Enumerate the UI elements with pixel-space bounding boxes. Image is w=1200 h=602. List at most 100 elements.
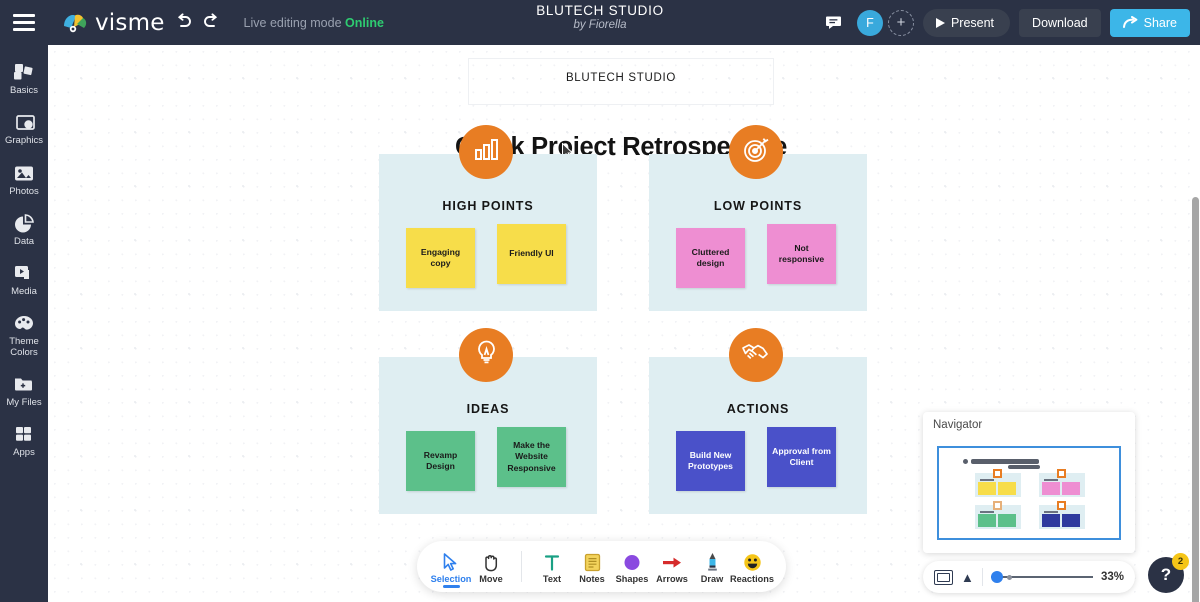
quadrant-badge-ideas[interactable] (459, 328, 513, 382)
photos-image-icon (13, 163, 35, 184)
sidebar-item-media[interactable]: Media (0, 254, 48, 304)
sidebar-item-graphics[interactable]: Graphics (0, 103, 48, 153)
present-button[interactable]: Present (922, 8, 1011, 37)
tool-reactions[interactable]: Reactions (730, 541, 774, 592)
note-card[interactable]: Make the Website Responsive (497, 427, 566, 487)
sidebar-label-my-files: My Files (6, 396, 42, 408)
theme-palette-icon (13, 313, 35, 334)
navigator-viewport[interactable] (937, 446, 1121, 540)
undo-icon[interactable] (175, 12, 193, 33)
visme-logo[interactable]: visme (62, 10, 165, 36)
avatar[interactable]: F (856, 9, 883, 36)
zoom-divider (981, 568, 983, 586)
add-person-icon[interactable]: + (887, 9, 914, 36)
navigator-mini-badge (993, 501, 1002, 510)
sidebar-item-apps[interactable]: Apps (0, 415, 48, 465)
zoom-slider-knob[interactable] (990, 571, 1003, 583)
navigator-mini-note (978, 514, 996, 527)
basics-blocks-icon (13, 62, 35, 83)
tool-draw[interactable]: Draw (692, 541, 732, 592)
note-card[interactable]: Friendly UI (497, 224, 566, 284)
sidebar-label-data: Data (13, 235, 35, 247)
target-dart-icon (743, 137, 770, 168)
play-icon (935, 17, 945, 28)
my-files-folder-icon (13, 374, 35, 395)
quadrant-title-actions: ACTIONS (726, 402, 790, 416)
reactions-emoji-icon (743, 550, 762, 572)
tool-label-draw: Draw (700, 573, 724, 584)
cursor-selection-icon (443, 550, 459, 572)
zoom-bar: ▲ 33% (923, 561, 1135, 593)
tool-label-shapes: Shapes (615, 573, 649, 584)
navigator-mini-subheader (1008, 465, 1040, 469)
sidebar-item-basics[interactable]: Basics (0, 53, 48, 103)
download-label: Download (1032, 15, 1088, 30)
sidebar-item-data[interactable]: Data (0, 204, 48, 254)
visme-editor-app: visme Live editing mode Online BLUTECH S… (0, 0, 1200, 602)
navigator-mini-dot (963, 459, 968, 464)
sidebar-item-photos[interactable]: Photos (0, 154, 48, 204)
navigator-mini-note (998, 514, 1016, 527)
download-button[interactable]: Download (1019, 8, 1101, 37)
undo-redo-group (175, 12, 220, 33)
chevron-up-icon[interactable]: ▲ (961, 570, 974, 585)
tool-selection[interactable]: Selection (431, 541, 471, 592)
quadrant-badge-high-points[interactable] (459, 125, 513, 179)
left-sidebar: Basics Graphics Photos Data Media Theme … (0, 45, 48, 602)
tool-move[interactable]: Move (471, 541, 511, 592)
share-button[interactable]: Share (1109, 8, 1190, 37)
shapes-circle-icon (623, 550, 641, 572)
redo-icon[interactable] (202, 12, 220, 33)
hand-move-icon (482, 550, 500, 572)
sidebar-item-theme-colors[interactable]: Theme Colors (0, 304, 48, 365)
tool-label-arrows: Arrows (656, 573, 688, 584)
navigator-mini-badge (1057, 469, 1066, 478)
visme-logo-mark-icon (62, 12, 88, 34)
vertical-scrollbar[interactable] (1192, 197, 1199, 602)
navigator-mini-note (1062, 482, 1080, 495)
sidebar-label-photos: Photos (9, 185, 39, 197)
quadrant-badge-low-points[interactable] (729, 125, 783, 179)
note-card[interactable]: Engaging copy (406, 228, 475, 288)
tool-text[interactable]: Text (532, 541, 572, 592)
navigator-title: Navigator (933, 419, 983, 431)
comment-icon[interactable] (822, 10, 848, 36)
tool-notes[interactable]: Notes (572, 541, 612, 592)
tool-arrows[interactable]: Arrows (652, 541, 692, 592)
hamburger-menu-icon[interactable] (0, 0, 48, 45)
navigator-mini-note (978, 482, 996, 495)
navigator-mini-note-label (980, 511, 994, 513)
help-notification-badge[interactable]: 2 (1172, 553, 1189, 570)
sidebar-label-basics: Basics (10, 85, 38, 96)
graphics-icon (13, 112, 35, 133)
navigator-mini-note-label (1044, 511, 1058, 513)
sidebar-item-my-files[interactable]: My Files (0, 365, 48, 415)
question-mark-icon: ? (1160, 565, 1172, 584)
sticky-notes-icon (584, 550, 601, 572)
top-bar-actions: F + Present Download Share (822, 0, 1190, 45)
note-card[interactable]: Not responsive (767, 224, 836, 284)
tool-label-text: Text (542, 573, 562, 584)
toolbar-divider (521, 551, 522, 582)
text-t-icon (543, 550, 561, 572)
lightbulb-icon (474, 339, 499, 371)
arrow-right-icon (662, 550, 682, 572)
note-card[interactable]: Build New Prototypes (676, 431, 745, 491)
canvas-eyebrow-text[interactable]: BLUTECH STUDIO (468, 72, 774, 84)
note-card[interactable]: Approval from Client (767, 427, 836, 487)
media-video-icon (13, 263, 35, 284)
navigator-mini-badge (993, 469, 1002, 478)
sidebar-label-theme-colors: Theme Colors (9, 336, 39, 358)
note-card[interactable]: Cluttered design (676, 228, 745, 288)
zoom-slider[interactable] (990, 570, 1093, 584)
fit-screen-icon[interactable] (934, 569, 953, 585)
navigator-panel[interactable]: Navigator (923, 412, 1135, 553)
data-piechart-icon (13, 213, 35, 234)
navigator-mini-note (1042, 514, 1060, 527)
quadrant-title-low-points: LOW POINTS (713, 199, 803, 213)
sidebar-label-media: Media (11, 286, 37, 297)
note-card[interactable]: Revamp Design (406, 431, 475, 491)
navigator-mini-note-label (1044, 479, 1058, 481)
tool-shapes[interactable]: Shapes (612, 541, 652, 592)
quadrant-badge-actions[interactable] (729, 328, 783, 382)
